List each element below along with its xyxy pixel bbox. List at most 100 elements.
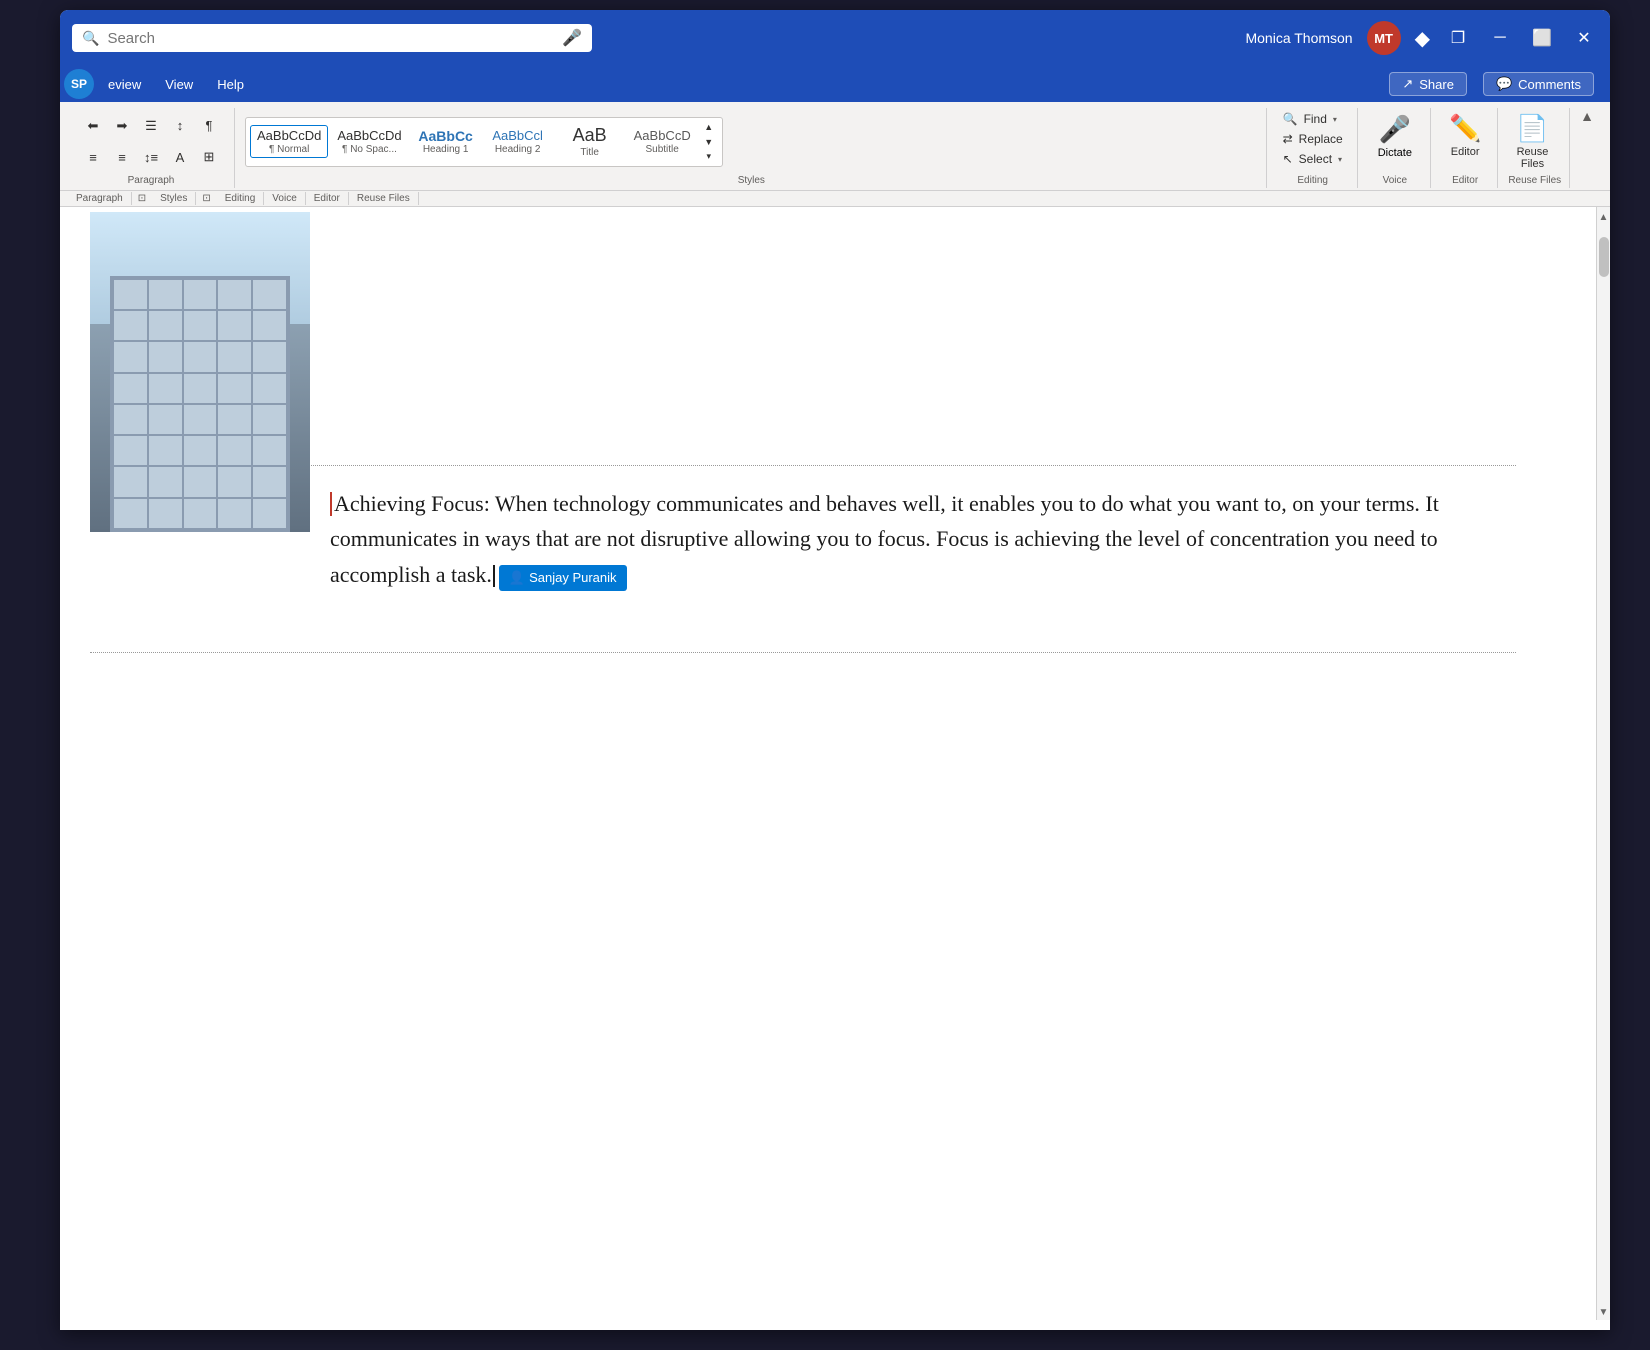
editing-section-label: Editing [217,192,265,205]
decrease-indent-button[interactable]: ⬅ [80,115,106,137]
style-heading2[interactable]: AaBbCcl Heading 2 [483,125,553,158]
editor-button[interactable]: ✏️ Editor [1441,110,1489,161]
paragraph-group-label: Paragraph [76,173,226,186]
scroll-thumb[interactable] [1599,237,1609,277]
paragraph-expand-icon[interactable]: ⊡ [132,192,152,205]
search-input[interactable] [107,30,537,47]
ribbon-paragraph-group: ⬅ ➡ ☰ ↕ ¶ ≡ ≡ ↕≡ A ⊞ Par [68,108,235,188]
ribbon-voice-group: 🎤 Dictate Voice [1360,108,1431,188]
restore-down-icon[interactable]: ❐ [1444,24,1472,52]
paragraph-section-label: Paragraph [68,192,132,205]
border-button[interactable]: ⊞ [196,146,222,168]
search-box[interactable]: 🔍 🎤 [72,24,592,52]
editing-tools: 🔍 Find ▾ ⇄ Replace ↖ Select ▾ [1277,110,1349,168]
w4 [218,280,251,309]
voice-group-label: Voice [1368,173,1422,186]
styles-section-label: Styles [152,192,196,205]
editor-section-label-2: Editor [306,192,349,205]
align-center-button[interactable]: ≡ [109,146,135,168]
select-icon: ↖ [1283,152,1293,166]
style-title[interactable]: AaB Title [555,122,625,161]
ribbon-editing-group: 🔍 Find ▾ ⇄ Replace ↖ Select ▾ Editing [1269,108,1358,188]
replace-button[interactable]: ⇄ Replace [1277,130,1349,148]
w36 [114,499,147,528]
scroll-down-arrow[interactable]: ▼ [1597,1304,1611,1320]
w1 [114,280,147,309]
comment-author-icon: 👤 [509,568,525,589]
styles-tools: AaBbCcDd ¶ Normal AaBbCcDd ¶ No Spac... … [245,110,723,173]
user-name: Monica Thomson [1245,30,1352,46]
reuse-files-button[interactable]: 📄 ReuseFiles [1508,110,1556,173]
w37 [149,499,182,528]
increase-indent-button[interactable]: ➡ [109,115,135,137]
style-normal[interactable]: AaBbCcDd ¶ Normal [250,125,328,158]
user-avatar: MT [1367,21,1401,55]
paragraph-tools-bottom: ≡ ≡ ↕≡ A ⊞ [76,142,226,174]
style-normal-preview: AaBbCcDd [257,128,321,144]
w7 [149,311,182,340]
w26 [114,436,147,465]
share-button[interactable]: ↗ Share [1389,72,1467,96]
mic-icon[interactable]: 🎤 [562,28,582,48]
w30 [253,436,286,465]
dictate-button[interactable]: 🎤 Dictate [1368,110,1422,163]
w21 [114,405,147,434]
style-subtitle[interactable]: AaBbCcD Subtitle [627,125,698,158]
close-button[interactable]: ✕ [1570,24,1598,52]
maximize-button[interactable]: ⬜ [1528,24,1556,52]
sort-button[interactable]: ↕ [167,115,193,137]
comments-button[interactable]: 💬 Comments [1483,72,1594,96]
align-left-button[interactable]: ≡ [80,146,106,168]
style-heading1-label: Heading 1 [423,144,469,155]
style-no-spacing-label: ¶ No Spac... [342,144,397,155]
menu-item-help[interactable]: Help [207,73,254,96]
doc-scrollbar: ▲ ▼ [1596,207,1610,1320]
w12 [149,342,182,371]
w33 [184,467,217,496]
styles-expand[interactable]: ▾ [700,150,718,164]
paragraph-text: Achieving Focus: When technology communi… [330,491,1439,586]
highlight-button[interactable]: A [167,146,193,168]
document-page[interactable]: ences r focus [60,207,1596,1320]
doc-image [90,212,310,532]
ribbon-collapse-button[interactable]: ▲ [1572,108,1602,188]
ribbon-styles-group: AaBbCcDd ¶ Normal AaBbCcDd ¶ No Spac... … [237,108,1267,188]
doc-divider-bottom [90,652,1516,653]
editing-group-label: Editing [1277,173,1349,186]
style-subtitle-preview: AaBbCcD [634,128,691,144]
list-ordered-button[interactable]: ☰ [138,115,164,137]
menu-item-review[interactable]: eview [98,73,151,96]
line-spacing-button[interactable]: ↕≡ [138,146,164,168]
menu-bar: SP eview View Help ↗ Share 💬 Comments [60,66,1610,102]
ribbon: ⬅ ➡ ☰ ↕ ¶ ≡ ≡ ↕≡ A ⊞ Par [60,102,1610,207]
mic-large-icon: 🎤 [1379,114,1411,145]
style-heading2-preview: AaBbCcl [492,128,543,144]
styles-scroll-down[interactable]: ▼ [700,135,718,149]
replace-icon: ⇄ [1283,132,1293,146]
find-button[interactable]: 🔍 Find ▾ [1277,110,1349,128]
diamond-icon[interactable]: ◆ [1415,26,1430,51]
select-button[interactable]: ↖ Select ▾ [1277,150,1349,168]
style-no-spacing[interactable]: AaBbCcDd ¶ No Spac... [330,125,408,158]
scroll-track[interactable] [1598,227,1610,1302]
building-facade [110,276,290,532]
select-label: Select [1299,152,1332,166]
sp-initials: SP [71,77,87,91]
title-bar-right: Monica Thomson MT ◆ ❐ ─ ⬜ ✕ [1245,21,1598,55]
doc-body-text: Achieving Focus: When technology communi… [310,486,1516,612]
minimize-button[interactable]: ─ [1486,24,1514,52]
style-heading1[interactable]: AaBbCc Heading 1 [411,125,481,159]
styles-expand-icon[interactable]: ⊡ [196,192,216,205]
style-heading2-label: Heading 2 [495,144,541,155]
search-icon: 🔍 [82,30,99,47]
doc-paragraph[interactable]: Achieving Focus: When technology communi… [330,486,1516,592]
w39 [218,499,251,528]
paragraph-tools: ⬅ ➡ ☰ ↕ ¶ [76,113,226,139]
pilcrow-button[interactable]: ¶ [196,115,222,137]
comment-author-tag: 👤Sanjay Puranik [499,565,627,592]
styles-scroll-up[interactable]: ▲ [700,120,718,134]
editor-label: Editor [1451,146,1480,158]
menu-item-view[interactable]: View [155,73,203,96]
w20 [253,374,286,403]
scroll-up-arrow[interactable]: ▲ [1597,209,1611,225]
